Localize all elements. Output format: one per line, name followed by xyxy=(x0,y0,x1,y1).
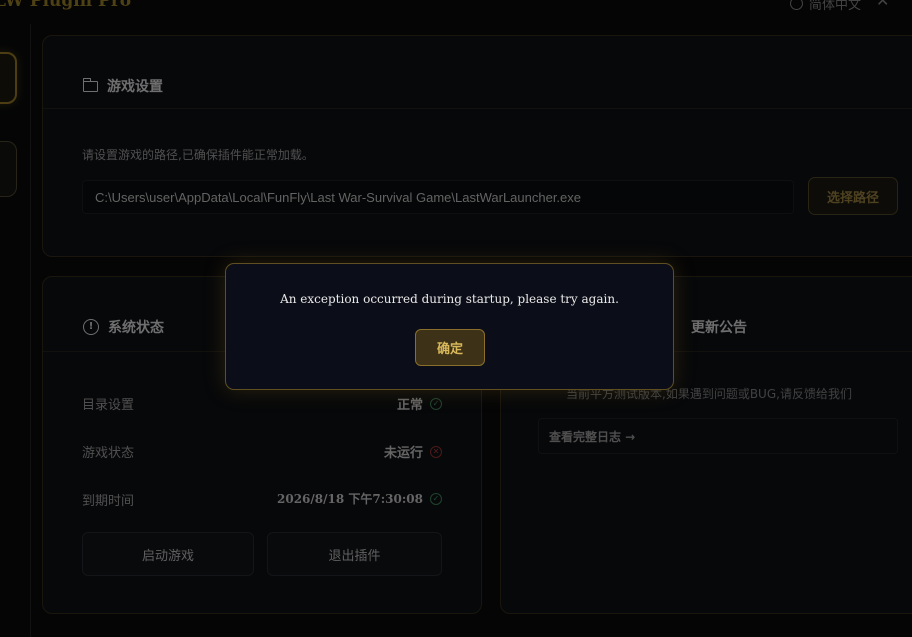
confirm-button[interactable]: 确定 xyxy=(415,329,485,366)
dialog-message: An exception occurred during startup, pl… xyxy=(280,292,619,306)
error-dialog: An exception occurred during startup, pl… xyxy=(225,263,674,390)
